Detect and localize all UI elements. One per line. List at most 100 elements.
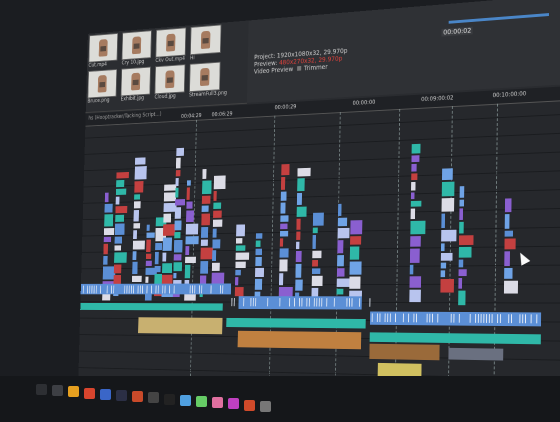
timeline-clip[interactable]	[459, 208, 464, 220]
timeline-clip[interactable]	[114, 223, 125, 235]
timeline-clip[interactable]	[80, 302, 223, 311]
media-thumbnail[interactable]	[190, 24, 222, 56]
timeline-clip[interactable]	[349, 276, 361, 289]
timeline-clip[interactable]	[115, 188, 127, 196]
timeline-clip[interactable]	[318, 298, 320, 307]
timeline-clip[interactable]	[411, 181, 416, 191]
timeline-clip[interactable]	[336, 278, 351, 287]
timeline-clip[interactable]	[384, 313, 386, 323]
timeline-clip[interactable]	[440, 278, 454, 293]
timeline-clip[interactable]	[146, 239, 151, 252]
timeline-clip[interactable]	[350, 220, 363, 235]
timeline-clip[interactable]	[306, 298, 308, 307]
timeline-clip[interactable]	[429, 313, 431, 323]
timeline-clip[interactable]	[440, 243, 445, 252]
timeline-clip[interactable]	[410, 208, 416, 220]
timeline-clip[interactable]	[313, 298, 315, 307]
chrome-icon[interactable]	[84, 387, 95, 399]
timeline-clip[interactable]	[115, 196, 120, 205]
timeline-clip[interactable]	[510, 314, 513, 324]
timeline-clip[interactable]	[174, 220, 182, 231]
timeline-clip[interactable]	[295, 263, 302, 278]
timeline-clip[interactable]	[504, 238, 516, 250]
timeline-clip[interactable]	[458, 269, 467, 277]
timeline-clip[interactable]	[411, 143, 421, 154]
timeline-clip[interactable]	[114, 252, 127, 263]
timeline-clip[interactable]	[238, 296, 362, 310]
trimmer-tab[interactable]: Trimmer	[304, 63, 328, 72]
timeline-clip[interactable]	[174, 207, 182, 219]
media-thumbnail[interactable]	[155, 27, 187, 58]
timeline-clip[interactable]	[175, 170, 181, 177]
timeline-clip[interactable]	[351, 298, 353, 307]
timeline-clip[interactable]	[326, 298, 328, 307]
timeline-clip[interactable]	[212, 219, 223, 227]
timeline-clip[interactable]	[337, 227, 350, 239]
timeline-clip[interactable]	[138, 317, 223, 335]
timeline-clip[interactable]	[519, 314, 521, 324]
timeline-clip[interactable]	[440, 262, 447, 269]
timeline-clip[interactable]	[162, 263, 173, 274]
timeline-clip[interactable]	[459, 221, 464, 234]
app-icon-3[interactable]	[212, 397, 223, 409]
timeline-clip[interactable]	[504, 230, 514, 237]
timeline-clip[interactable]	[103, 243, 109, 255]
timeline-clip[interactable]	[296, 231, 301, 240]
timeline-clip[interactable]	[295, 250, 302, 263]
timeline-clip[interactable]	[212, 250, 217, 262]
timeline-clip[interactable]	[295, 279, 303, 291]
timeline-clip[interactable]	[255, 240, 261, 247]
timeline-clip[interactable]	[176, 147, 185, 157]
timeline-clip[interactable]	[371, 313, 373, 322]
timeline-clip[interactable]	[411, 173, 418, 181]
timeline-clip[interactable]	[294, 298, 296, 307]
timeline-clip[interactable]	[154, 251, 159, 265]
timeline-clip[interactable]	[416, 313, 418, 323]
timeline-clip[interactable]	[213, 210, 222, 218]
timeline-clip[interactable]	[333, 298, 335, 307]
timeline-clip[interactable]	[154, 265, 161, 273]
timeline-clip[interactable]	[312, 260, 319, 267]
timeline-clip[interactable]	[469, 313, 471, 323]
timeline-clip[interactable]	[254, 278, 263, 290]
timeline-clip[interactable]	[301, 298, 303, 307]
folder-icon[interactable]	[68, 386, 79, 398]
timeline-clip[interactable]	[237, 330, 362, 350]
timeline-clip[interactable]	[133, 230, 137, 240]
app-icon-4[interactable]	[228, 398, 239, 410]
timeline-clip[interactable]	[174, 232, 181, 239]
timeline-clip[interactable]	[185, 236, 199, 245]
timeline-clip[interactable]	[104, 192, 109, 203]
timeline-clip[interactable]	[524, 314, 527, 324]
timeline-clip[interactable]	[173, 272, 177, 279]
timeline-clip[interactable]	[289, 298, 291, 307]
timeline-clip[interactable]	[491, 314, 493, 323]
timeline-clip[interactable]	[410, 200, 422, 207]
settings-icon[interactable]	[148, 392, 159, 404]
timeline-clip[interactable]	[173, 239, 183, 253]
timeline-clip[interactable]	[411, 163, 417, 172]
timeline-clip[interactable]	[173, 262, 183, 272]
timeline-clip[interactable]	[132, 261, 138, 275]
timeline-clip[interactable]	[297, 178, 305, 192]
timeline-clip[interactable]	[448, 347, 504, 361]
timeline-clip[interactable]	[235, 238, 243, 244]
timeline-clip[interactable]	[483, 314, 485, 323]
timeline-clip[interactable]	[146, 232, 155, 238]
timeline-clip[interactable]	[440, 270, 446, 278]
timeline-clip[interactable]	[499, 314, 501, 324]
timeline-clip[interactable]	[387, 313, 389, 323]
timeline-clip[interactable]	[255, 248, 263, 256]
timeline-clip[interactable]	[410, 236, 421, 247]
timeline-clip[interactable]	[459, 199, 465, 207]
timeline-clip[interactable]	[298, 298, 300, 307]
app-icon-6[interactable]	[260, 400, 271, 412]
timeline-clip[interactable]	[437, 313, 439, 323]
vegas-icon[interactable]	[116, 390, 127, 401]
timeline-clip[interactable]	[175, 187, 179, 198]
timeline-clip[interactable]	[200, 261, 209, 274]
timeline-clip[interactable]	[336, 288, 344, 295]
timeline-clip[interactable]	[186, 180, 191, 186]
timeline-clip[interactable]	[213, 190, 217, 201]
timeline-clip[interactable]	[185, 246, 190, 256]
